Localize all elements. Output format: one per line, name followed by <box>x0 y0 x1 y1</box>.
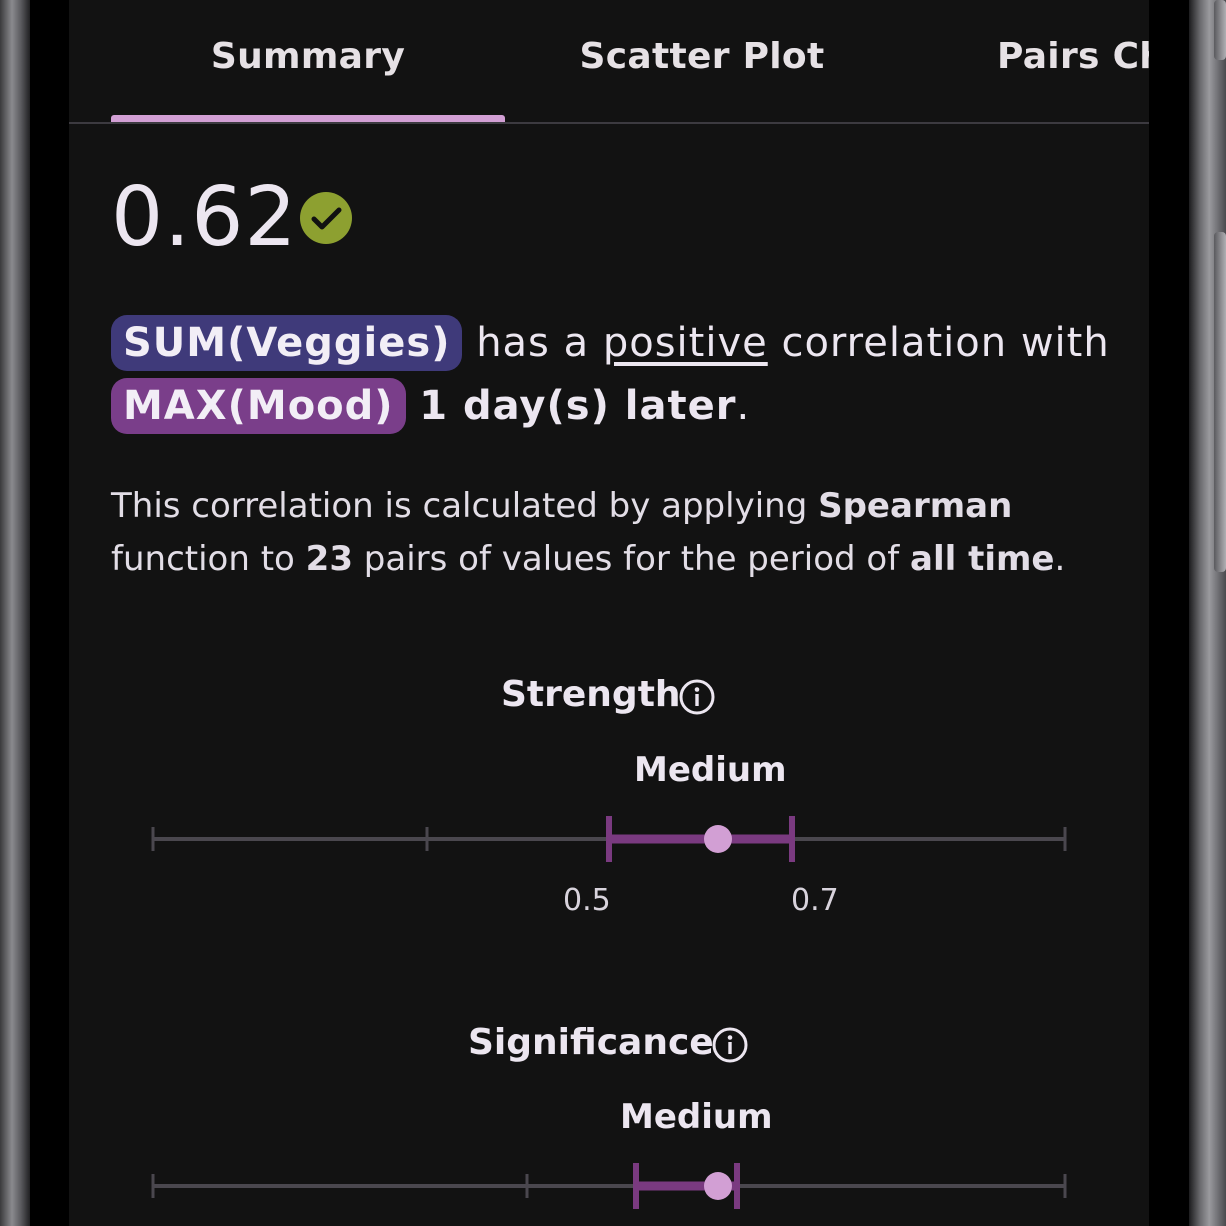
phone-frame-left <box>0 0 30 1226</box>
range-low-label: 0.5 <box>563 883 611 918</box>
significance-title: Significance <box>468 1022 714 1063</box>
period-text: all time <box>910 539 1055 579</box>
desc-text: This correlation is calculated by applyi… <box>111 486 808 526</box>
power-button <box>1214 232 1226 572</box>
desc-end: . <box>1054 539 1066 579</box>
info-icon[interactable] <box>711 1026 749 1064</box>
method-name: Spearman <box>818 486 1013 526</box>
phone-bezel-left <box>30 0 69 1226</box>
strength-scale <box>151 816 1067 862</box>
phone-frame-right <box>1189 0 1226 1226</box>
sentence-text: has a <box>476 320 590 366</box>
desc-text: function to <box>111 539 295 579</box>
strength-marker <box>704 825 732 853</box>
correlation-value: 0.62 <box>111 170 298 265</box>
direction-link[interactable]: positive <box>603 320 768 366</box>
app-screen: Summary Scatter Plot Pairs Ch 0.62 SUM(V… <box>69 0 1149 1226</box>
strength-title: Strength <box>501 674 681 715</box>
variable-chip-mood[interactable]: MAX(Mood) <box>111 378 406 434</box>
lag-text: 1 day(s) later <box>419 383 737 429</box>
significance-level: Medium <box>620 1097 773 1137</box>
variable-chip-veggies[interactable]: SUM(Veggies) <box>111 315 463 371</box>
tab-summary[interactable]: Summary <box>111 36 505 86</box>
tab-bar: Summary Scatter Plot Pairs Ch <box>69 0 1149 124</box>
pairs-count: 23 <box>305 539 353 579</box>
correlation-sentence: SUM(Veggies) has a positive correlation … <box>111 312 1111 438</box>
active-tab-indicator <box>111 115 505 122</box>
range-high-label: 0.7 <box>791 883 839 918</box>
phone-bezel-right <box>1149 0 1189 1226</box>
desc-text: pairs of values for the period of <box>363 539 900 579</box>
sentence-end: . <box>736 383 751 429</box>
volume-button <box>1214 0 1226 60</box>
significance-scale <box>151 1163 1067 1209</box>
tab-pairs-chart[interactable]: Pairs Ch <box>997 36 1149 86</box>
significance-marker <box>704 1172 732 1200</box>
calculation-description: This correlation is calculated by applyi… <box>111 480 1111 586</box>
strength-level: Medium <box>634 750 787 790</box>
info-icon[interactable] <box>678 678 716 716</box>
tab-scatter-plot[interactable]: Scatter Plot <box>505 36 899 86</box>
check-circle-icon <box>300 192 352 244</box>
sentence-text: correlation with <box>781 320 1110 366</box>
